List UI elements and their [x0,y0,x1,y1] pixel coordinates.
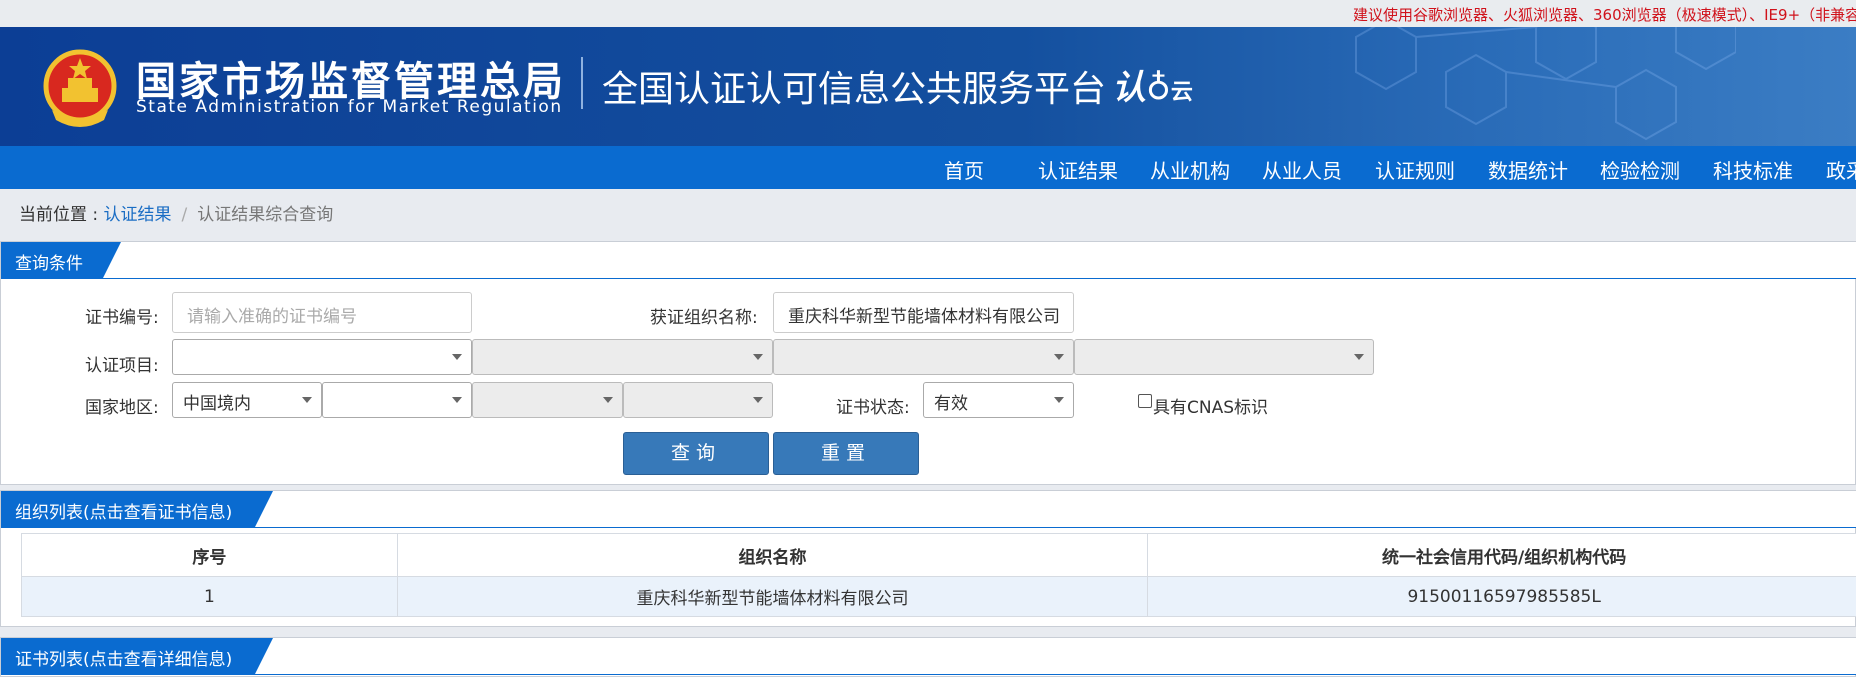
chevron-down-icon [1054,397,1064,403]
query-panel: 查询条件 证书编号: 请输入准确的证书编号 获证组织名称: 重庆科华新型节能墙体… [0,241,1856,485]
region-select-1-value: 中国境内 [183,394,251,414]
query-panel-title: 查询条件 [1,242,121,278]
org-list-title: 组织列表(点击查看证书信息) [1,491,273,527]
chevron-down-icon [452,354,462,360]
national-emblem-icon [42,48,118,128]
breadcrumb-prefix: 当前位置 : [19,205,98,225]
region-label: 国家地区: [85,393,159,418]
breadcrumb-separator: / [182,205,188,225]
breadcrumb-link[interactable]: 认证结果 [104,205,172,225]
nav-standards[interactable]: 科技标准 [1713,155,1793,184]
region-select-1[interactable]: 中国境内 [172,382,322,418]
chevron-down-icon [1054,354,1064,360]
project-label: 认证项目: [85,351,159,376]
cert-no-input[interactable]: 请输入准确的证书编号 [172,292,472,333]
col-header-index: 序号 [22,534,398,577]
project-select-1[interactable] [172,339,472,375]
browser-notice-bar: 建议使用谷歌浏览器、火狐浏览器、360浏览器（极速模式）、IE9+（非兼容 [0,0,1856,27]
cert-list-panel: 证书列表(点击查看详细信息) [0,637,1856,677]
breadcrumb-current: 认证结果综合查询 [197,205,333,225]
reset-button[interactable]: 重置 [773,432,919,475]
org-table: 序号 组织名称 统一社会信用代码/组织机构代码 1 重庆科华新型节能墙体材料有限… [21,533,1856,617]
browser-notice: 建议使用谷歌浏览器、火狐浏览器、360浏览器（极速模式）、IE9+（非兼容 [1353,4,1856,25]
platform-title: 全国认证认可信息公共服务平台 [602,60,1106,112]
cell-credit-code: 91500116597985585L [1148,577,1856,617]
chevron-down-icon [1354,354,1364,360]
status-select-value: 有效 [934,394,968,414]
region-select-3[interactable] [472,382,623,418]
table-header-row: 序号 组织名称 统一社会信用代码/组织机构代码 [22,534,1856,577]
breadcrumb: 当前位置 : 认证结果 / 认证结果综合查询 [19,200,333,225]
query-panel-header: 查询条件 [1,242,1856,279]
chevron-down-icon [753,354,763,360]
region-select-2[interactable] [322,382,472,418]
col-header-credit-code: 统一社会信用代码/组织机构代码 [1148,534,1856,577]
org-name-label: 获证组织名称: [650,303,758,328]
query-button[interactable]: 查询 [623,432,769,475]
cell-org-name[interactable]: 重庆科华新型节能墙体材料有限公司 [397,577,1148,617]
table-row[interactable]: 1 重庆科华新型节能墙体材料有限公司 91500116597985585L [22,577,1856,617]
site-header: 国家市场监督管理总局 State Administration for Mark… [0,27,1856,146]
nav-statistics[interactable]: 数据统计 [1488,155,1568,184]
cert-list-header: 证书列表(点击查看详细信息) [1,638,1856,675]
project-select-4[interactable] [1074,339,1374,375]
chevron-down-icon [302,397,312,403]
logo-main-text: 认 [1112,68,1146,108]
org-name-en: State Administration for Market Regulati… [136,97,563,117]
nav-cert-rules[interactable]: 认证规则 [1375,155,1455,184]
cert-list-title: 证书列表(点击查看详细信息) [1,638,273,674]
nav-cert-results[interactable]: 认证结果 [1038,155,1118,184]
nav-home[interactable]: 首页 [944,155,984,184]
status-select[interactable]: 有效 [923,382,1074,418]
region-select-4[interactable] [623,382,773,418]
org-list-header: 组织列表(点击查看证书信息) [1,491,1856,528]
cnas-label: 具有CNAS标识 [1153,393,1268,418]
org-list-panel: 组织列表(点击查看证书信息) 序号 组织名称 统一社会信用代码/组织机构代码 1… [0,490,1856,627]
col-header-org-name: 组织名称 [397,534,1148,577]
logo-sub-text: 云 [1171,80,1193,105]
project-select-2[interactable] [472,339,773,375]
nav-inspection[interactable]: 检验检测 [1600,155,1680,184]
nav-procurement[interactable]: 政采 [1826,155,1856,184]
hexagon-pattern [1316,27,1736,146]
org-name-input[interactable]: 重庆科华新型节能墙体材料有限公司 [773,292,1074,333]
project-select-3[interactable] [773,339,1074,375]
main-nav: 首页 认证结果 从业机构 从业人员 认证规则 数据统计 检验检测 科技标准 政采 [0,146,1856,189]
chevron-down-icon [753,397,763,403]
cnas-checkbox[interactable] [1138,394,1152,408]
cell-index: 1 [22,577,398,617]
nav-personnel[interactable]: 从业人员 [1262,155,1342,184]
cert-no-label: 证书编号: [85,303,159,328]
nav-institutions[interactable]: 从业机构 [1150,155,1230,184]
chevron-down-icon [452,397,462,403]
header-divider [581,57,583,109]
status-label: 证书状态: [836,393,910,418]
chevron-down-icon [603,397,613,403]
platform-logo: 认♁云 [1112,60,1193,109]
